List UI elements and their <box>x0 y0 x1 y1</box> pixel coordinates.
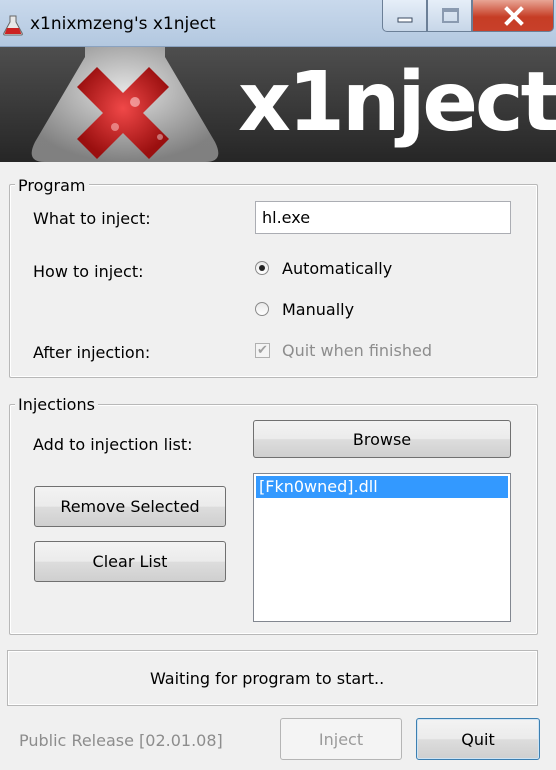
clear-list-button[interactable]: Clear List <box>34 541 226 582</box>
status-text: Waiting for program to start.. <box>150 669 385 688</box>
automatic-radio-label[interactable]: Automatically <box>282 259 392 278</box>
maximize-icon <box>442 8 459 23</box>
window-title: x1nixmzeng's x1nject <box>30 14 216 34</box>
version-label: Public Release [02.01.08] <box>19 731 223 750</box>
injections-legend: Injections <box>15 395 98 414</box>
process-name-input[interactable] <box>255 201 511 234</box>
quit-when-finished-checkbox[interactable]: ✔ <box>255 343 270 358</box>
list-item[interactable]: [Fkn0wned].dll <box>256 476 508 498</box>
quit-button-label: Quit <box>461 729 495 749</box>
browse-button[interactable]: Browse <box>253 420 511 458</box>
minimize-button[interactable] <box>382 0 427 32</box>
inject-button[interactable]: Inject <box>280 718 402 760</box>
after-injection-label: After injection: <box>33 343 151 362</box>
injection-listbox[interactable]: [Fkn0wned].dll <box>253 473 511 622</box>
minimize-icon <box>397 17 413 23</box>
clear-list-button-label: Clear List <box>92 552 168 571</box>
flask-logo-icon <box>31 47 219 162</box>
manual-radio-label[interactable]: Manually <box>282 300 354 319</box>
close-icon <box>504 6 524 26</box>
banner: x1nject <box>0 47 556 162</box>
remove-selected-button-label: Remove Selected <box>60 497 200 516</box>
add-to-list-label: Add to injection list: <box>33 435 193 454</box>
flask-icon <box>3 15 23 36</box>
automatic-radio[interactable] <box>255 261 269 275</box>
logo-text: x1nject <box>238 55 556 150</box>
quit-when-finished-label[interactable]: Quit when finished <box>282 341 432 360</box>
manual-radio[interactable] <box>255 302 269 316</box>
inject-button-label: Inject <box>318 729 364 749</box>
what-to-inject-label: What to inject: <box>33 209 151 228</box>
browse-button-label: Browse <box>352 429 412 449</box>
how-to-inject-label: How to inject: <box>33 262 144 281</box>
remove-selected-button[interactable]: Remove Selected <box>34 486 226 527</box>
close-button[interactable] <box>472 0 554 32</box>
maximize-button[interactable] <box>427 0 472 32</box>
quit-button[interactable]: Quit <box>416 718 540 760</box>
program-legend: Program <box>15 176 89 195</box>
title-bar[interactable]: x1nixmzeng's x1nject <box>0 0 556 47</box>
